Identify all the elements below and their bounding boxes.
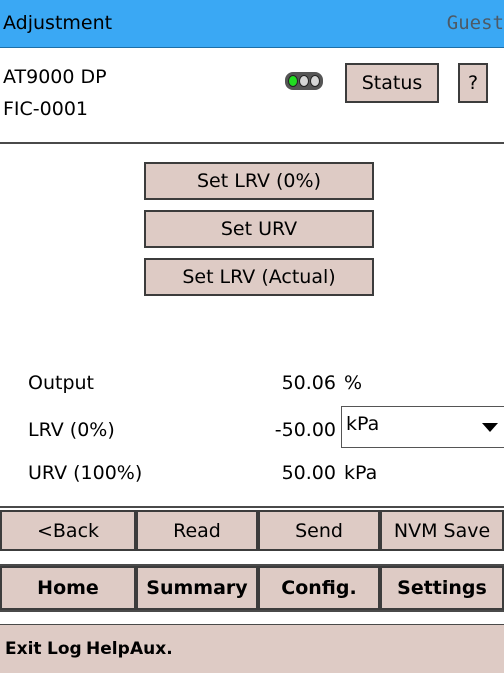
send-button[interactable]: Send: [258, 510, 380, 551]
menu-help[interactable]: Help: [86, 639, 130, 659]
nav-settings-button[interactable]: Settings: [380, 566, 504, 610]
device-tag: FIC-0001: [3, 98, 89, 120]
user-label: Guest: [446, 12, 504, 34]
urv-value: 50.00: [281, 462, 336, 484]
menu-exit[interactable]: Exit: [5, 639, 42, 659]
status-button[interactable]: Status: [345, 63, 439, 103]
command-bar: <Back Read Send NVM Save: [0, 506, 504, 551]
lrv-value: -50.00: [274, 419, 336, 441]
nav-summary-button[interactable]: Summary: [136, 566, 258, 610]
led-green-icon: [287, 75, 298, 87]
read-button[interactable]: Read: [136, 510, 258, 551]
menu-log[interactable]: Log: [47, 639, 82, 659]
screen-title: Adjustment: [3, 12, 113, 34]
set-lrv-actual-button[interactable]: Set LRV (Actual): [144, 258, 374, 296]
help-button[interactable]: ?: [458, 63, 488, 103]
output-label: Output: [28, 372, 94, 394]
back-button[interactable]: <Back: [0, 510, 136, 551]
led-off-icon: [298, 75, 309, 87]
nav-home-button[interactable]: Home: [0, 566, 136, 610]
set-lrv-button[interactable]: Set LRV (0%): [144, 162, 374, 200]
menu-bar: Exit Log Help Aux.: [0, 624, 504, 673]
title-bar: Adjustment Guest: [0, 0, 504, 48]
menu-aux[interactable]: Aux.: [130, 639, 173, 659]
lrv-label: LRV (0%): [28, 419, 115, 441]
urv-unit: kPa: [344, 462, 378, 484]
set-urv-button[interactable]: Set URV: [144, 210, 374, 248]
output-unit: %: [344, 372, 363, 394]
unit-select[interactable]: kPa: [341, 406, 504, 448]
nav-bar: Home Summary Config. Settings: [0, 564, 504, 612]
urv-label: URV (100%): [28, 462, 143, 484]
nvm-save-button[interactable]: NVM Save: [380, 510, 504, 551]
nav-config-button[interactable]: Config.: [258, 566, 380, 610]
device-model: AT9000 DP: [3, 66, 107, 88]
status-lights-icon: [285, 72, 323, 90]
output-value: 50.06: [281, 372, 336, 394]
unit-select-value: kPa: [346, 413, 380, 435]
device-header: AT9000 DP FIC-0001 Status ?: [0, 48, 504, 144]
dropdown-arrow-icon[interactable]: [482, 423, 498, 432]
led-off-icon: [310, 75, 321, 87]
